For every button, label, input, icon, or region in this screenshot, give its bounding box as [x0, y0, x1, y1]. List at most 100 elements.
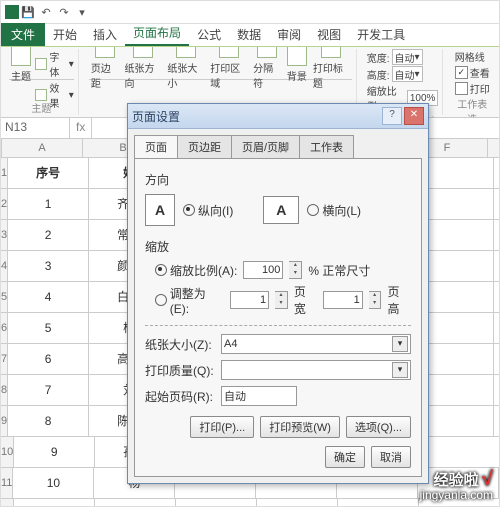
background-button[interactable]: 背景 — [285, 47, 309, 85]
excel-icon — [5, 5, 19, 19]
themes-button[interactable]: 主题 — [9, 47, 33, 85]
height-select[interactable]: 自动▾ — [392, 66, 423, 82]
name-box[interactable]: N13 — [1, 118, 70, 138]
fx-icon[interactable]: fx — [70, 118, 92, 138]
cell[interactable]: 1 — [8, 189, 89, 219]
dialog-tab-sheet[interactable]: 工作表 — [299, 135, 354, 158]
row-head[interactable]: 12 — [1, 499, 14, 507]
first-page-input[interactable]: 自动 — [221, 386, 297, 406]
row-head[interactable]: 10 — [1, 437, 14, 467]
tab-formulas[interactable]: 公式 — [189, 23, 229, 46]
cell[interactable]: 5 — [8, 313, 89, 343]
qat-save-icon[interactable]: 💾 — [21, 5, 35, 19]
cell[interactable]: 10 — [13, 468, 94, 498]
cell[interactable]: 7 — [8, 375, 89, 405]
portrait-radio[interactable]: 纵向(I) — [183, 202, 233, 219]
col-A[interactable]: A — [2, 139, 83, 157]
chevron-down-icon[interactable]: ▾ — [392, 336, 408, 352]
margins-button[interactable]: 页边距 — [89, 47, 121, 92]
tab-data[interactable]: 数据 — [229, 23, 269, 46]
width-select[interactable]: 自动▾ — [392, 49, 423, 65]
dialog-close-button[interactable]: ✕ — [404, 107, 424, 125]
dialog-tab-headerfooter[interactable]: 页眉/页脚 — [231, 135, 300, 158]
row-head[interactable]: 3 — [1, 220, 8, 250]
tab-review[interactable]: 审阅 — [269, 23, 309, 46]
adjust-value-input[interactable]: 100 — [243, 261, 283, 279]
row-head[interactable]: 9 — [1, 406, 8, 436]
view-checkbox[interactable]: ✓查看 — [455, 65, 490, 80]
fit-to-radio[interactable]: 调整为(E): — [155, 285, 224, 316]
cell[interactable] — [494, 313, 500, 343]
ok-button[interactable]: 确定 — [325, 446, 365, 468]
fit-height-spinner[interactable]: ▴▾ — [369, 291, 382, 309]
orientation-button[interactable]: 纸张方向 — [122, 47, 163, 92]
theme-colors-button[interactable]: 颜色▾ — [35, 47, 74, 48]
cell[interactable] — [494, 406, 500, 436]
print-area-button[interactable]: 打印区域 — [208, 47, 249, 92]
dialog-tab-page[interactable]: 页面 — [134, 135, 178, 158]
fit-width-spinner[interactable]: ▴▾ — [275, 291, 288, 309]
row-head[interactable]: 4 — [1, 251, 8, 281]
print-button[interactable]: 打印(P)... — [190, 416, 254, 438]
cell[interactable] — [419, 437, 500, 467]
dialog-body: 方向 A 纵向(I) A 横向(L) 缩放 缩放比例(A): 100▴▾ % 正… — [134, 158, 422, 477]
row-head[interactable]: 7 — [1, 344, 8, 374]
print-titles-button[interactable]: 打印标题 — [311, 47, 352, 92]
tab-view[interactable]: 视图 — [309, 23, 349, 46]
landscape-radio[interactable]: 横向(L) — [307, 202, 361, 219]
row-head-1[interactable]: 1 — [1, 158, 8, 188]
tab-page-layout[interactable]: 页面布局 — [125, 21, 189, 46]
col-G[interactable]: G — [488, 139, 500, 157]
paper-size-combo[interactable]: A4▾ — [221, 334, 411, 354]
print-quality-combo[interactable]: ▾ — [221, 360, 411, 380]
group-sheet-options: 网格线 ✓查看 打印 工作表选 — [449, 49, 495, 115]
tab-insert[interactable]: 插入 — [85, 23, 125, 46]
options-button[interactable]: 选项(Q)... — [346, 416, 411, 438]
dialog-tabs: 页面 页边距 页眉/页脚 工作表 — [134, 135, 422, 158]
breaks-button[interactable]: 分隔符 — [251, 47, 283, 92]
row-head[interactable]: 2 — [1, 189, 8, 219]
tab-home[interactable]: 开始 — [45, 23, 85, 46]
theme-fonts-button[interactable]: 字体▾ — [35, 49, 74, 79]
cell[interactable]: 高雅谁 — [95, 499, 176, 507]
dialog-titlebar[interactable]: 页面设置 ? ✕ — [128, 104, 428, 129]
chevron-down-icon[interactable]: ▾ — [392, 362, 408, 378]
cell[interactable]: 2 — [8, 220, 89, 250]
tab-file[interactable]: 文件 — [1, 23, 45, 46]
row-head[interactable]: 6 — [1, 313, 8, 343]
qat-more-icon[interactable]: ▾ — [75, 5, 89, 19]
adjust-to-radio[interactable]: 缩放比例(A): — [155, 262, 237, 279]
row-head[interactable]: 8 — [1, 375, 8, 405]
cell[interactable] — [494, 189, 500, 219]
cell[interactable]: 男 — [176, 499, 257, 507]
tab-developer[interactable]: 开发工具 — [349, 23, 413, 46]
cell[interactable] — [494, 220, 500, 250]
fit-height-input[interactable]: 1 — [323, 291, 362, 309]
adjust-spinner[interactable]: ▴▾ — [289, 261, 302, 279]
cell[interactable] — [494, 344, 500, 374]
qat-undo-icon[interactable]: ↶ — [39, 5, 53, 19]
fit-width-input[interactable]: 1 — [230, 291, 269, 309]
cell[interactable]: 序号 — [8, 158, 89, 188]
dialog-help-button[interactable]: ? — [382, 107, 402, 125]
cell[interactable] — [494, 282, 500, 312]
cell[interactable]: 9 — [14, 437, 95, 467]
cell[interactable]: 4 — [8, 282, 89, 312]
cell[interactable]: 66 — [257, 499, 338, 507]
print-checkbox[interactable]: 打印 — [455, 81, 490, 96]
cell[interactable]: 6 — [8, 344, 89, 374]
row-head[interactable]: 5 — [1, 282, 8, 312]
cell[interactable] — [494, 375, 500, 405]
dialog-tab-margins[interactable]: 页边距 — [177, 135, 232, 158]
cell[interactable] — [494, 158, 500, 188]
cell[interactable] — [338, 499, 419, 507]
print-preview-button[interactable]: 打印预览(W) — [260, 416, 340, 438]
cell[interactable]: 8 — [8, 406, 89, 436]
qat-redo-icon[interactable]: ↷ — [57, 5, 71, 19]
cancel-button[interactable]: 取消 — [371, 446, 411, 468]
cell[interactable]: 11 — [14, 499, 95, 507]
cell[interactable] — [494, 251, 500, 281]
row-head[interactable]: 11 — [1, 468, 13, 498]
cell[interactable]: 3 — [8, 251, 89, 281]
size-button[interactable]: 纸张大小 — [165, 47, 206, 92]
